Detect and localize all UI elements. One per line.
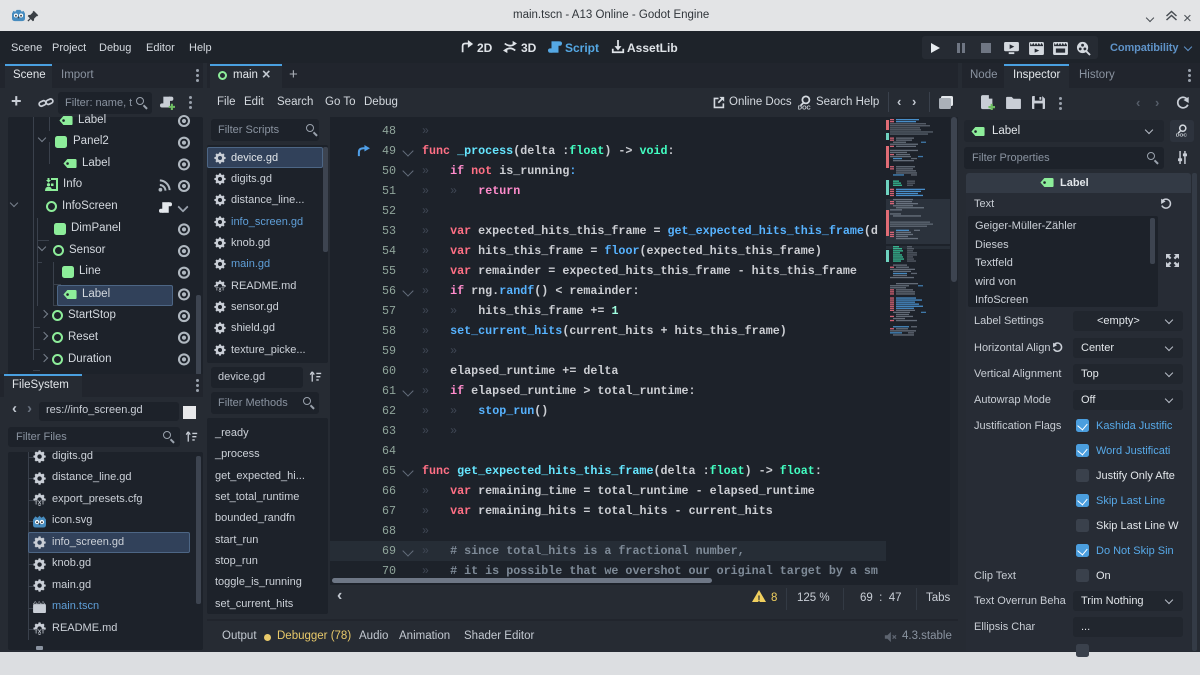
svg-text:DOC: DOC (798, 106, 811, 112)
svg-text:DOC: DOC (1176, 133, 1187, 139)
